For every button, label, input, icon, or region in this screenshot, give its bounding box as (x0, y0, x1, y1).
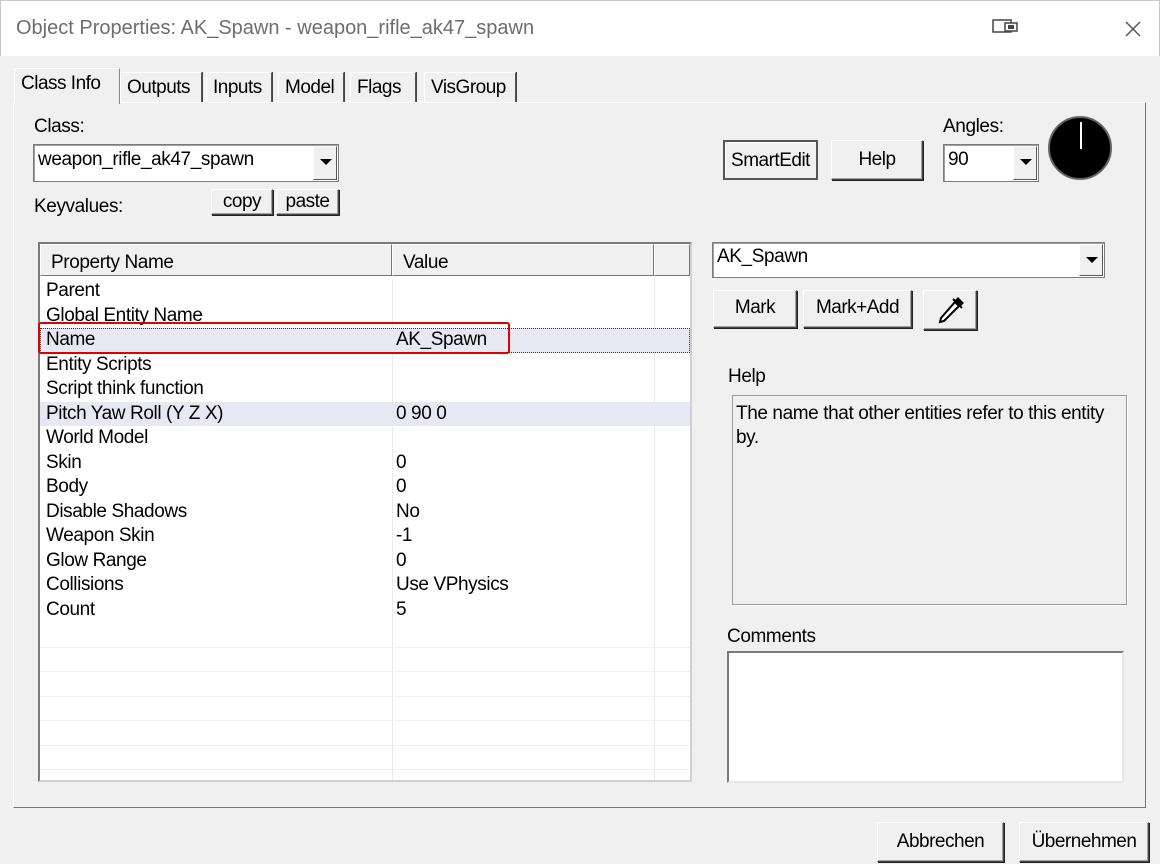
class-combo-value: weapon_rifle_ak47_spawn (38, 149, 254, 170)
angles-combo-value: 90 (948, 149, 969, 170)
mark-add-button[interactable]: Mark+Add (803, 290, 912, 328)
help-button[interactable]: Help (831, 140, 923, 180)
tab-class-info[interactable]: Class Info (14, 68, 120, 104)
grid-line (40, 671, 690, 672)
class-combo[interactable]: weapon_rifle_ak47_spawn (33, 144, 339, 182)
property-value-cell: 0 90 0 (396, 402, 447, 424)
property-value-cell: -1 (396, 525, 413, 546)
help-heading: Help (728, 366, 766, 387)
apply-button-label: Übernehmen (1031, 831, 1137, 852)
cancel-button-label: Abbrechen (896, 831, 985, 852)
mark-add-button-label: Mark+Add (815, 297, 900, 318)
copy-button[interactable]: copy (211, 189, 273, 215)
eyedropper-icon (938, 297, 964, 324)
grid-line (40, 720, 690, 721)
chevron-down-icon[interactable] (1079, 244, 1103, 276)
keyvalues-label: Keyvalues: (34, 196, 123, 217)
table-row[interactable]: Parent (40, 279, 690, 304)
property-name-cell: Entity Scripts (46, 353, 152, 375)
restore-icon[interactable] (991, 15, 1021, 41)
table-row[interactable]: Glow Range 0 (40, 549, 690, 574)
column-header-filler (654, 244, 690, 276)
property-name-cell: Body (46, 476, 88, 497)
paste-button[interactable]: paste (276, 189, 339, 215)
property-value-cell: 0 (396, 476, 407, 497)
grid-line (40, 769, 690, 770)
table-row[interactable]: Pitch Yaw Roll (Y Z X) 0 90 0 (40, 401, 690, 426)
comments-heading: Comments (727, 626, 816, 647)
copy-button-label: copy (222, 191, 262, 212)
help-text: The name that other entities refer to th… (736, 403, 1104, 448)
property-name-cell: Parent (46, 280, 100, 301)
property-value-cell: Use VPhysics (396, 574, 509, 595)
angles-combo[interactable]: 90 (943, 144, 1039, 182)
grid-line (40, 793, 690, 795)
apply-button[interactable]: Übernehmen (1019, 822, 1149, 862)
property-name-cell: Collisions (46, 574, 124, 595)
smartedit-toggle[interactable]: SmartEdit (723, 140, 818, 180)
column-header-value[interactable]: Value (392, 244, 654, 276)
class-label: Class: (34, 116, 85, 137)
comments-textarea[interactable] (727, 651, 1124, 783)
table-row[interactable]: Script think function (40, 377, 690, 402)
smartedit-label: SmartEdit (731, 150, 810, 171)
property-name-cell: Skin (46, 451, 82, 473)
help-box: The name that other entities refer to th… (732, 395, 1127, 605)
table-row[interactable]: Weapon Skin -1 (40, 524, 690, 549)
table-header: Property Name Value (40, 244, 690, 276)
angle-dial[interactable] (1048, 116, 1112, 180)
help-button-label: Help (858, 149, 896, 170)
window-title: Object Properties: AK_Spawn - weapon_rif… (16, 17, 535, 39)
table-row[interactable]: Entity Scripts (40, 353, 690, 378)
paste-button-label: paste (285, 191, 330, 212)
table-row[interactable]: Collisions Use VPhysics (40, 573, 690, 598)
value-combo[interactable]: AK_Spawn (712, 242, 1105, 278)
table-row[interactable]: Count 5 (40, 598, 690, 623)
property-name-cell: Glow Range (46, 549, 147, 571)
mark-button[interactable]: Mark (713, 290, 797, 328)
property-value-cell: 0 (396, 549, 407, 571)
tab-flags[interactable]: Flags (350, 72, 416, 104)
property-value-cell: 5 (396, 598, 407, 620)
property-name-cell: Pitch Yaw Roll (Y Z X) (46, 402, 224, 424)
chevron-down-icon[interactable] (1013, 146, 1037, 180)
tab-visgroup[interactable]: VisGroup (424, 72, 516, 104)
table-row[interactable]: Skin 0 (40, 451, 690, 476)
mark-button-label: Mark (734, 297, 776, 318)
angle-dial-needle (1080, 122, 1082, 149)
tab-model[interactable]: Model (278, 72, 344, 104)
property-name-cell: Count (46, 598, 95, 620)
tab-outputs[interactable]: Outputs (120, 72, 202, 104)
cancel-button[interactable]: Abbrechen (877, 822, 1004, 862)
table-row[interactable]: Disable Shadows No (40, 500, 690, 525)
chevron-down-icon[interactable] (313, 146, 337, 180)
grid-line (40, 646, 690, 648)
grid-line (40, 818, 690, 819)
property-name-cell: Disable Shadows (46, 500, 187, 522)
property-value-cell: No (396, 500, 420, 522)
property-name-cell: Weapon Skin (46, 525, 155, 546)
column-header-property-name[interactable]: Property Name (40, 244, 392, 276)
grid-line (40, 695, 690, 697)
title-bar: Object Properties: AK_Spawn - weapon_rif… (0, 0, 1160, 56)
selection-highlight (38, 322, 510, 354)
tab-inputs[interactable]: Inputs (206, 72, 272, 104)
property-name-cell: Script think function (46, 378, 204, 399)
table-row[interactable]: Body 0 (40, 475, 690, 500)
close-icon[interactable] (1119, 15, 1147, 43)
property-value-cell: 0 (396, 451, 407, 473)
angles-label: Angles: (943, 116, 1004, 137)
grid-line (40, 744, 690, 746)
table-row[interactable]: World Model (40, 426, 690, 451)
eyedropper-button[interactable] (923, 290, 977, 330)
property-name-cell: World Model (46, 427, 148, 448)
value-combo-text: AK_Spawn (717, 246, 808, 267)
